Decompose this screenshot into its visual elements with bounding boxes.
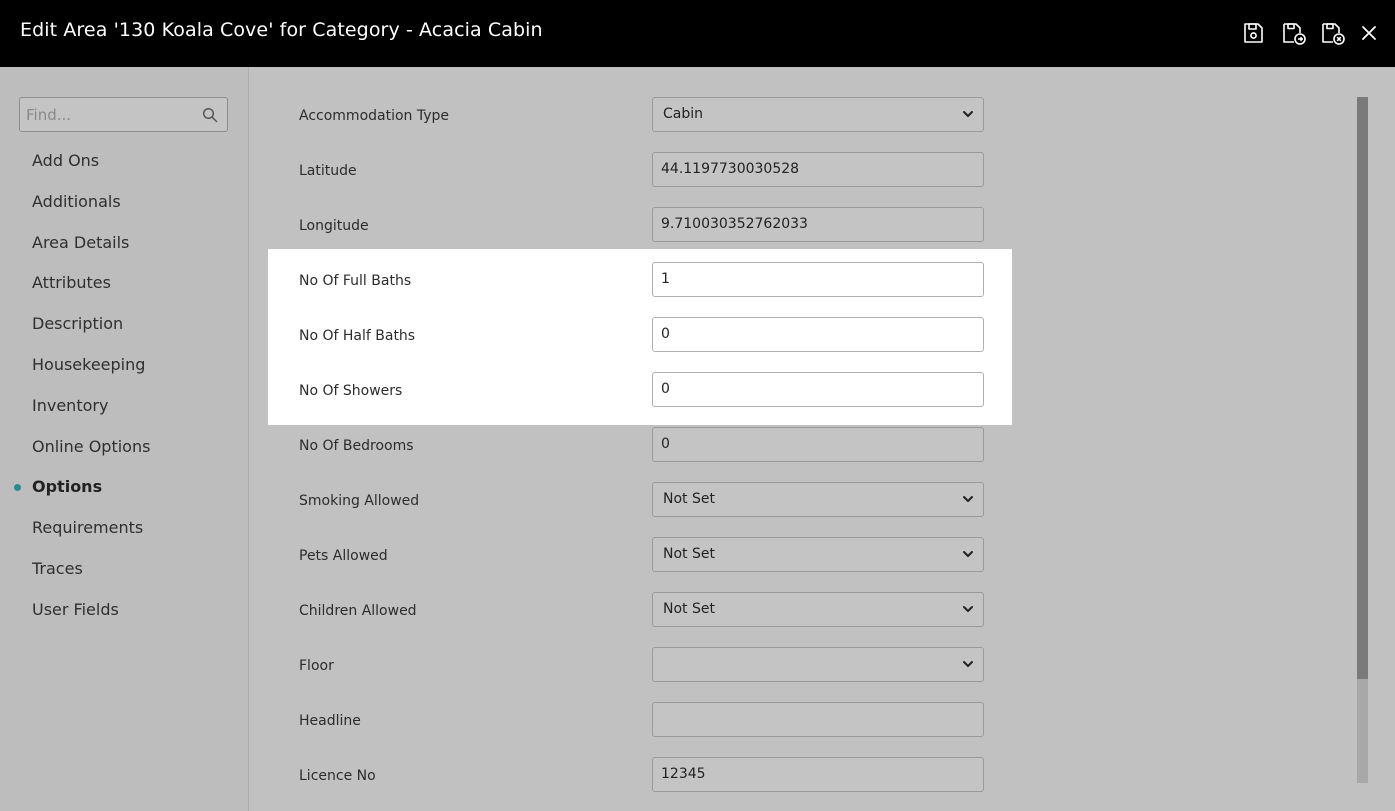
sidebar-nav: Add Ons Additionals Area Details Attributes…	[0, 141, 249, 631]
sidebar-item-description[interactable]: Description	[0, 304, 249, 345]
form-row-accommodation-type: Accommodation Type Cabin	[250, 67, 1350, 132]
search-icon[interactable]	[202, 107, 218, 123]
sidebar-item-traces[interactable]: Traces	[0, 549, 249, 590]
chevron-down-icon	[963, 661, 973, 667]
form-row-headline: Headline	[250, 672, 1350, 737]
sidebar-item-label: Description	[32, 314, 124, 334]
sidebar-item-add-ons[interactable]: Add Ons	[0, 141, 249, 182]
chevron-down-icon	[963, 606, 973, 612]
form-row-smoking-allowed: Smoking Allowed Not Set	[250, 452, 1350, 517]
licence-no-value: 12345	[661, 766, 706, 782]
form-row-no-of-half-baths: No Of Half Baths 0	[250, 287, 1350, 352]
sidebar-item-inventory[interactable]: Inventory	[0, 386, 249, 427]
sidebar-item-label: Attributes	[32, 273, 111, 293]
sidebar-item-requirements[interactable]: Requirements	[0, 508, 249, 549]
sidebar-item-area-details[interactable]: Area Details	[0, 223, 249, 264]
save-and-close-icon[interactable]	[1320, 20, 1346, 46]
form-row-no-of-showers: No Of Showers 0	[250, 342, 1350, 407]
sidebar-item-additionals[interactable]: Additionals	[0, 182, 249, 223]
sidebar-item-online-options[interactable]: Online Options	[0, 427, 249, 468]
search-box	[19, 97, 228, 132]
chevron-down-icon	[963, 496, 973, 502]
sidebar-item-label: Add Ons	[32, 151, 100, 170]
sidebar-item-user-fields[interactable]: User Fields	[0, 590, 249, 631]
save-and-next-icon[interactable]	[1281, 20, 1307, 46]
form-row-licence-no: Licence No 12345	[250, 727, 1350, 792]
sidebar-item-label: Area Details	[32, 232, 130, 252]
sidebar-item-label: Requirements	[32, 518, 144, 538]
sidebar: Add Ons Additionals Area Details Attributes…	[0, 67, 249, 811]
form-row-longitude: Longitude 9.710030352762033	[250, 177, 1350, 242]
sidebar-item-label: User Fields	[32, 599, 119, 619]
smoking-allowed-value: Not Set	[663, 491, 715, 507]
search-input[interactable]	[20, 98, 200, 131]
sidebar-item-housekeeping[interactable]: Housekeeping	[0, 345, 249, 386]
pets-allowed-value: Not Set	[663, 546, 715, 562]
chevron-down-icon	[963, 111, 973, 117]
save-icon[interactable]	[1240, 20, 1266, 46]
form-row-floor: Floor	[250, 617, 1350, 682]
scrollbar-thumb[interactable]	[1357, 97, 1368, 679]
main-content: Accommodation Type Cabin Latitude 44.119773…	[250, 67, 1395, 811]
scrollbar[interactable]	[1357, 97, 1368, 783]
children-allowed-value: Not Set	[663, 601, 715, 617]
sidebar-item-label: Traces	[32, 558, 83, 578]
no-of-bedrooms-value: 0	[661, 436, 670, 452]
licence-no-label: Licence No	[299, 768, 376, 784]
licence-no-field[interactable]: 12345	[652, 757, 984, 792]
sidebar-item-label: Inventory	[32, 395, 109, 415]
close-icon[interactable]	[1356, 20, 1382, 46]
sidebar-item-label: Online Options	[32, 436, 151, 456]
title-bar: Edit Area '130 Koala Cove' for Category …	[0, 0, 1395, 67]
accommodation-type-value: Cabin	[663, 106, 704, 122]
active-indicator-dot	[14, 484, 21, 492]
no-of-half-baths-value: 0	[661, 326, 670, 342]
window-title: Edit Area '130 Koala Cove' for Category …	[20, 19, 543, 41]
form-row-pets-allowed: Pets Allowed Not Set	[250, 507, 1350, 572]
sidebar-item-label: Housekeeping	[32, 354, 146, 374]
no-of-full-baths-value: 1	[661, 271, 670, 287]
form-row-children-allowed: Children Allowed Not Set	[250, 562, 1350, 627]
form-row-latitude: Latitude 44.1197730030528	[250, 122, 1350, 187]
chevron-down-icon	[963, 551, 973, 557]
sidebar-item-attributes[interactable]: Attributes	[0, 263, 249, 304]
sidebar-item-options[interactable]: Options	[0, 467, 249, 508]
latitude-value: 44.1197730030528	[661, 161, 800, 177]
sidebar-item-label: Additionals	[32, 191, 121, 211]
no-of-showers-value: 0	[661, 381, 670, 397]
sidebar-item-label: Options	[32, 477, 103, 497]
form-row-no-of-bedrooms: No Of Bedrooms 0	[250, 397, 1350, 462]
longitude-value: 9.710030352762033	[661, 216, 808, 232]
form-row-no-of-full-baths: No Of Full Baths 1	[250, 232, 1350, 297]
